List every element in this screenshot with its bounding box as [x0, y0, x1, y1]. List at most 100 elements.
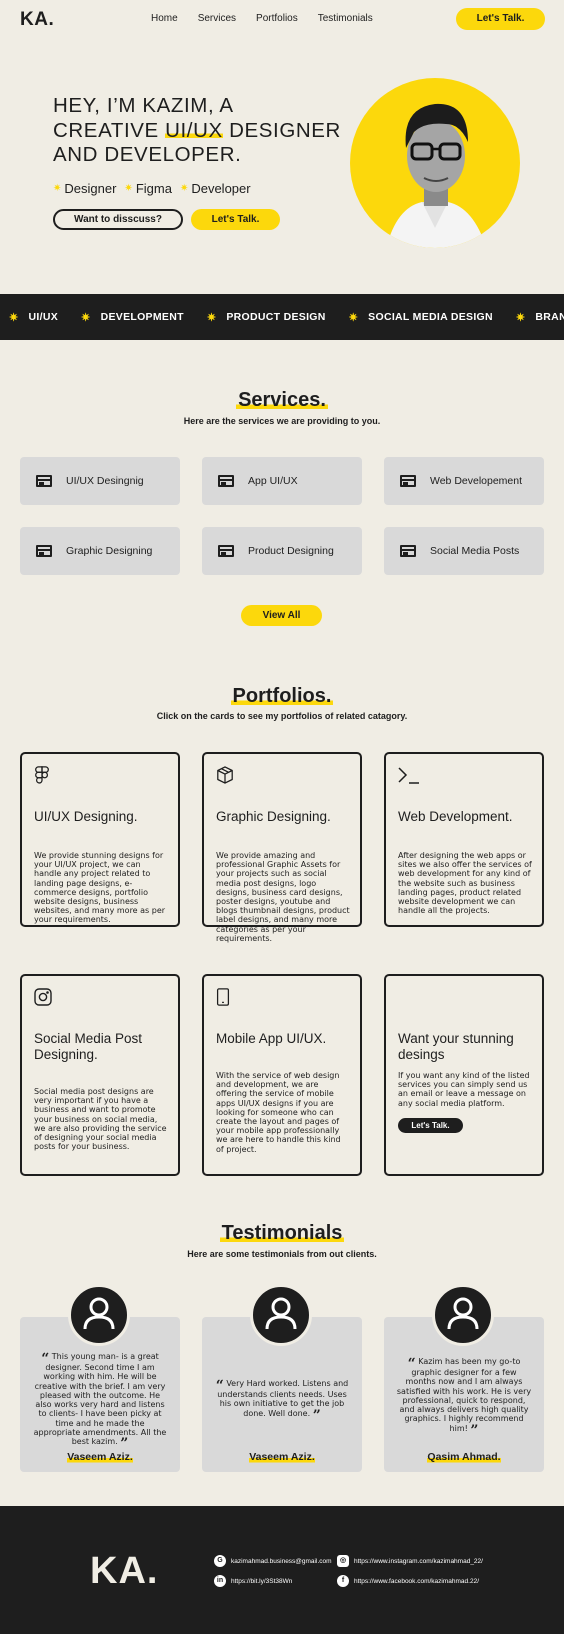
card-icon: [36, 475, 52, 487]
hero-title-text: DESIGNER: [222, 118, 341, 142]
box-icon: [217, 766, 233, 784]
skills-list: ✷ Designer ✷ Figma ✷ Developer: [53, 181, 259, 196]
hero-title-text: CREATIVE: [53, 118, 166, 142]
services-title: Services.: [0, 389, 564, 412]
quote-close-icon: ”: [312, 1407, 321, 1424]
footer-link-text: https://www.facebook.com/kazimahmad.22/: [354, 1577, 480, 1585]
footer-linkedin-link[interactable]: in https://bit.ly/3St38Wn: [214, 1575, 292, 1587]
testimonials-title-text: Testimonials: [219, 1222, 345, 1244]
service-card[interactable]: Graphic Designing: [20, 527, 180, 575]
facebook-icon: f: [337, 1575, 349, 1587]
quote-text: This young man- is a great designer. Sec…: [33, 1352, 167, 1447]
card-description: With the service of web design and devel…: [216, 1071, 341, 1154]
service-card[interactable]: Product Designing: [202, 527, 362, 575]
service-card[interactable]: UI/UX Desingnig: [20, 457, 180, 505]
hero-talk-button[interactable]: Let's Talk.: [191, 209, 280, 230]
footer-link-text: https://bit.ly/3St38Wn: [231, 1577, 293, 1585]
card-title: UI/UX Designing.: [34, 809, 138, 824]
footer-email-link[interactable]: Gkazimahmad.business@gmail.com: [214, 1555, 332, 1567]
testimonial-name: Vaseem Aziz.: [20, 1451, 180, 1463]
discuss-button[interactable]: Want to disscuss?: [53, 209, 183, 230]
card-title: Want your stunning desings: [398, 1031, 514, 1062]
service-label: Social Media Posts: [430, 545, 520, 557]
star-icon: ✷: [53, 183, 62, 194]
footer-link-text: kazimahmad.business@gmail.com: [231, 1557, 332, 1565]
testimonial-quote: “ Kazim has been my go-to graphic design…: [396, 1357, 532, 1438]
services-ticker: ✷ UI/UX ✷ DEVELOPMENT ✷ PRODUCT DESIGN ✷ SOC…: [0, 294, 564, 340]
testimonial-name: Vaseem Aziz.: [202, 1451, 362, 1463]
star-icon: ✷: [206, 311, 217, 324]
terminal-icon: [398, 767, 419, 784]
skill-item: Designer: [64, 181, 117, 196]
nav-link-services[interactable]: Services: [198, 13, 236, 24]
portfolio-card-social[interactable]: Social Media Post Designing. Social medi…: [20, 974, 180, 1176]
hero-title-line-2: CREATIVE UI/UX DESIGNER: [53, 118, 353, 144]
service-card[interactable]: App UI/UX: [202, 457, 362, 505]
client-name: Vaseem Aziz.: [249, 1451, 315, 1463]
hero-title: HEY, I’M KAZIM, A CREATIVE UI/UX DESIGNE…: [53, 94, 353, 168]
services-title-text: Services.: [236, 389, 328, 411]
footer-instagram-link[interactable]: ◎ https://www.instagram.com/kazimahmad_22…: [337, 1555, 483, 1567]
card-description: We provide amazing and professional Grap…: [216, 851, 350, 943]
portfolio-card-mobile[interactable]: Mobile App UI/UX. With the service of we…: [202, 974, 362, 1176]
portfolio-card-graphic[interactable]: Graphic Designing. We provide amazing an…: [202, 752, 362, 943]
card-title: Mobile App UI/UX.: [216, 1031, 327, 1046]
card-icon: [36, 545, 52, 557]
portfolio-card-web[interactable]: Web Development. After designing the web…: [384, 752, 544, 927]
quote-text: Kazim has been my go-to graphic designer…: [396, 1357, 532, 1433]
card-icon: [218, 475, 234, 487]
top-nav: KA. Home Services Portfolios Testimonial…: [0, 0, 564, 38]
service-label: Graphic Designing: [66, 545, 153, 557]
quote-close-icon: ”: [120, 1436, 129, 1453]
hero-title-highlight: UI/UX: [165, 118, 223, 142]
logo[interactable]: KA.: [20, 9, 54, 31]
portfolios-title: Portfolios.: [0, 685, 564, 708]
card-title: Social Media Post Designing.: [34, 1031, 143, 1062]
ticker-item: BRANDING: [535, 311, 564, 323]
skill-item: Figma: [135, 181, 172, 196]
portfolios-title-text: Portfolios.: [230, 685, 334, 707]
nav-link-home[interactable]: Home: [151, 13, 178, 24]
service-label: Web Developement: [430, 475, 523, 487]
user-avatar-icon: [250, 1284, 312, 1346]
nav-link-portfolios[interactable]: Portfolios: [256, 13, 298, 24]
client-name: Qasim Ahmad.: [427, 1451, 501, 1463]
hero-title-line-3: AND DEVELOPER.: [53, 143, 242, 166]
service-card[interactable]: Web Developement: [384, 457, 544, 505]
service-card[interactable]: Social Media Posts: [384, 527, 544, 575]
card-description: Social media post designs are very impor…: [34, 1087, 167, 1152]
footer: KA. Gkazimahmad.business@gmail.com in htt…: [0, 1506, 564, 1634]
testimonial-name: Qasim Ahmad.: [384, 1451, 544, 1463]
client-name: Vaseem Aziz.: [67, 1451, 133, 1463]
card-description: We provide stunning designs for your UI/…: [34, 851, 166, 925]
portfolios-subtitle: Click on the cards to see my portfolios …: [156, 711, 408, 721]
testimonials-subtitle: Here are some testimonials from out clie…: [187, 1249, 377, 1259]
card-icon: [218, 545, 234, 557]
view-all-button[interactable]: View All: [241, 605, 322, 626]
figma-icon: [35, 766, 49, 784]
footer-logo[interactable]: KA.: [90, 1550, 158, 1593]
quote-text: Very Hard worked. Listens and understand…: [217, 1379, 349, 1418]
card-description: If you want any kind of the listed servi…: [398, 1071, 530, 1108]
nav-link-testimonials[interactable]: Testimonials: [318, 13, 373, 24]
portfolio-card-contact[interactable]: Want your stunning desings If you want a…: [384, 974, 544, 1176]
nav-talk-button[interactable]: Let's Talk.: [456, 8, 545, 30]
card-talk-button[interactable]: Let's Talk.: [398, 1118, 463, 1133]
star-icon: ✷: [348, 311, 359, 324]
footer-facebook-link[interactable]: f https://www.facebook.com/kazimahmad.22/: [337, 1575, 479, 1587]
instagram-icon: [34, 988, 52, 1006]
card-icon: [400, 545, 416, 557]
profile-photo: [350, 78, 520, 248]
star-icon: ✷: [179, 183, 189, 194]
skill-item: Developer: [191, 181, 251, 196]
ticker-item: SOCIAL MEDIA DESIGN: [368, 311, 493, 323]
user-avatar-icon: [68, 1284, 130, 1346]
testimonial-quote: “ Very Hard worked. Listens and understa…: [214, 1379, 350, 1423]
portfolio-card-uiux[interactable]: UI/UX Designing. We provide stunning des…: [20, 752, 180, 927]
footer-link-text: https://www.instagram.com/kazimahmad_22/: [354, 1557, 483, 1565]
user-avatar-icon: [432, 1284, 494, 1346]
nav-links: Home Services Portfolios Testimonials: [151, 13, 393, 24]
services-subtitle: Here are the services we are providing t…: [183, 416, 381, 426]
star-icon: ✷: [515, 311, 526, 324]
ticker-item: PRODUCT DESIGN: [226, 311, 326, 323]
